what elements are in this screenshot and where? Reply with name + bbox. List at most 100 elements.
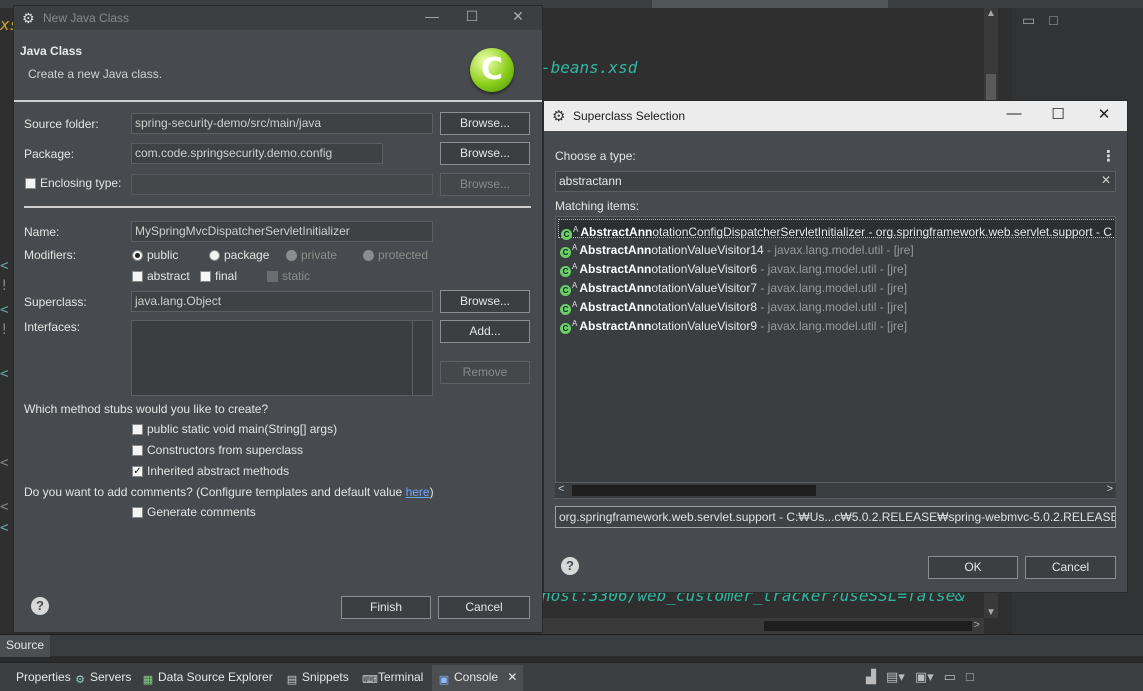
properties-icon	[0, 671, 12, 683]
cancel-button[interactable]: Cancel	[1025, 556, 1116, 579]
type-filter-input[interactable]: abstractann ✕	[555, 171, 1116, 192]
close-icon[interactable]: ✕	[1090, 105, 1118, 125]
modifiers-label: Modifiers:	[24, 248, 77, 262]
list-item[interactable]: CA AbstractAnnotationConfigDispatcherServ…	[558, 219, 1115, 240]
wizard-header: Java Class Create a new Java class. C	[14, 30, 542, 102]
maximize-icon[interactable]: □	[1049, 12, 1057, 28]
inherited-methods-label: Inherited abstract methods	[147, 464, 290, 478]
open-console-icon[interactable]: ▣▾	[915, 669, 934, 684]
help-icon[interactable]: ?	[31, 597, 49, 615]
abstract-label: abstract	[147, 269, 190, 283]
maximize-icon[interactable]: ☐	[1044, 105, 1072, 125]
package-browse-button[interactable]: Browse...	[440, 142, 530, 165]
console-icon: ▣	[438, 674, 450, 686]
package-radio[interactable]	[209, 250, 220, 261]
close-icon[interactable]: ✕	[504, 8, 532, 28]
dialog-title: New Java Class	[43, 11, 130, 25]
tab-terminal[interactable]: ⌨Terminal	[362, 670, 423, 686]
source-folder-field[interactable]: spring-security-demo/src/main/java	[131, 113, 433, 134]
ok-button[interactable]: OK	[928, 556, 1018, 579]
list-horizontal-scrollbar[interactable]: < >	[555, 482, 1116, 498]
tab-console[interactable]: ▣ Console ✕	[432, 665, 524, 691]
minimize-icon[interactable]: —	[1000, 105, 1028, 125]
pin-console-icon[interactable]: ▟	[866, 669, 876, 684]
superclass-browse-button[interactable]: Browse...	[440, 290, 530, 313]
add-interface-button[interactable]: Add...	[440, 320, 530, 343]
tab-snippets[interactable]: ▤ Snippets	[286, 670, 349, 686]
enclosing-type-checkbox[interactable]	[25, 178, 36, 189]
abstract-checkbox[interactable]	[132, 271, 143, 282]
source-folder-browse-button[interactable]: Browse...	[440, 112, 530, 135]
enclosing-type-field[interactable]	[131, 174, 433, 195]
name-label: Name:	[24, 225, 60, 239]
clear-icon[interactable]: ✕	[1101, 173, 1111, 187]
protected-radio[interactable]	[363, 250, 374, 261]
choose-type-label: Choose a type:	[555, 149, 636, 163]
scroll-left-icon[interactable]: <	[558, 483, 564, 495]
snippets-icon: ▤	[286, 674, 298, 686]
generate-comments-label: Generate comments	[147, 505, 256, 519]
scroll-right-icon[interactable]: >	[1107, 483, 1113, 495]
constructors-checkbox[interactable]	[132, 445, 143, 456]
list-item[interactable]: CA AbstractAnnotationValueVisitor7 - java…	[558, 276, 1115, 296]
superclass-field[interactable]: java.lang.Object	[131, 291, 433, 312]
enclosing-type-browse-button[interactable]: Browse...	[440, 173, 530, 196]
minimize-icon[interactable]: —	[418, 8, 446, 28]
remove-interface-button[interactable]: Remove	[440, 361, 530, 384]
tab-properties[interactable]: Properties	[0, 670, 71, 684]
dialog-titlebar: ⚙ Superclass Selection — ☐ ✕	[544, 101, 1127, 131]
source-folder-label: Source folder:	[24, 117, 99, 131]
minimize-icon[interactable]: ▭	[944, 669, 956, 684]
list-item[interactable]: CA AbstractAnnotationValueVisitor14 - jav…	[558, 238, 1115, 258]
scroll-up-icon[interactable]: ▲	[986, 8, 996, 19]
package-field[interactable]: com.code.springsecurity.demo.config	[131, 143, 383, 164]
class-name-field[interactable]: MySpringMvcDispatcherServletInitializer	[131, 221, 433, 242]
list-item[interactable]: CA AbstractAnnotationValueVisitor6 - java…	[558, 257, 1115, 277]
main-method-checkbox[interactable]	[132, 424, 143, 435]
tab-servers[interactable]: ⚙ Servers	[74, 670, 131, 686]
cancel-button[interactable]: Cancel	[438, 596, 530, 619]
close-icon[interactable]: ✕	[507, 670, 517, 684]
interfaces-list[interactable]	[131, 320, 433, 396]
private-radio-label: private	[301, 248, 338, 262]
scroll-right-icon[interactable]: >	[974, 619, 980, 631]
configure-templates-link[interactable]: here	[406, 485, 430, 499]
package-label: Package:	[24, 147, 75, 161]
tab-data-source-explorer[interactable]: ▦ Data Source Explorer	[142, 670, 273, 686]
matching-items-label: Matching items:	[555, 199, 640, 213]
finish-button[interactable]: Finish	[341, 596, 431, 619]
public-radio[interactable]	[132, 250, 143, 261]
help-icon[interactable]: ?	[561, 557, 579, 575]
minimize-icon[interactable]: ▭	[1022, 12, 1035, 28]
protected-radio-label: protected	[378, 248, 429, 262]
scroll-down-icon[interactable]: ▼	[986, 607, 996, 618]
scrollbar-thumb[interactable]	[764, 621, 972, 631]
gutter-mark: <	[0, 520, 9, 536]
enclosing-type-label: Enclosing type:	[40, 176, 122, 190]
constructors-label: Constructors from superclass	[147, 443, 304, 457]
editor-tab-active[interactable]	[652, 0, 888, 8]
comments-question: Do you want to add comments? (Configure …	[24, 485, 434, 499]
interfaces-scrollbar[interactable]	[412, 321, 432, 395]
private-radio[interactable]	[286, 250, 297, 261]
static-checkbox[interactable]	[267, 271, 278, 282]
maximize-icon[interactable]: ☐	[458, 8, 486, 28]
scrollbar-thumb[interactable]	[572, 485, 816, 496]
abstract-icon: A	[572, 243, 578, 252]
abstract-icon: A	[573, 225, 579, 234]
list-item[interactable]: CA AbstractAnnotationValueVisitor8 - java…	[558, 295, 1115, 315]
data-source-explorer-icon: ▦	[142, 674, 154, 686]
editor-horizontal-scrollbar[interactable]: >	[540, 618, 984, 634]
public-radio-label: public	[147, 248, 179, 262]
main-method-label: public static void main(String[] args)	[147, 422, 338, 436]
list-item[interactable]: CA AbstractAnnotationValueVisitor9 - java…	[558, 314, 1115, 334]
maximize-icon[interactable]: □	[966, 669, 974, 684]
display-console-icon[interactable]: ▤▾	[886, 669, 905, 684]
generate-comments-checkbox[interactable]	[132, 507, 143, 518]
matching-items-list[interactable]: CA AbstractAnnotationConfigDispatcherServ…	[555, 216, 1116, 499]
new-java-class-dialog: ⚙ New Java Class — ☐ ✕ Java Class Create…	[13, 5, 543, 633]
inherited-methods-checkbox[interactable]: ✓	[132, 466, 143, 477]
tab-source[interactable]: Source	[0, 635, 51, 657]
final-checkbox[interactable]	[200, 271, 211, 282]
view-menu-icon[interactable]: ⋮	[1101, 147, 1116, 165]
